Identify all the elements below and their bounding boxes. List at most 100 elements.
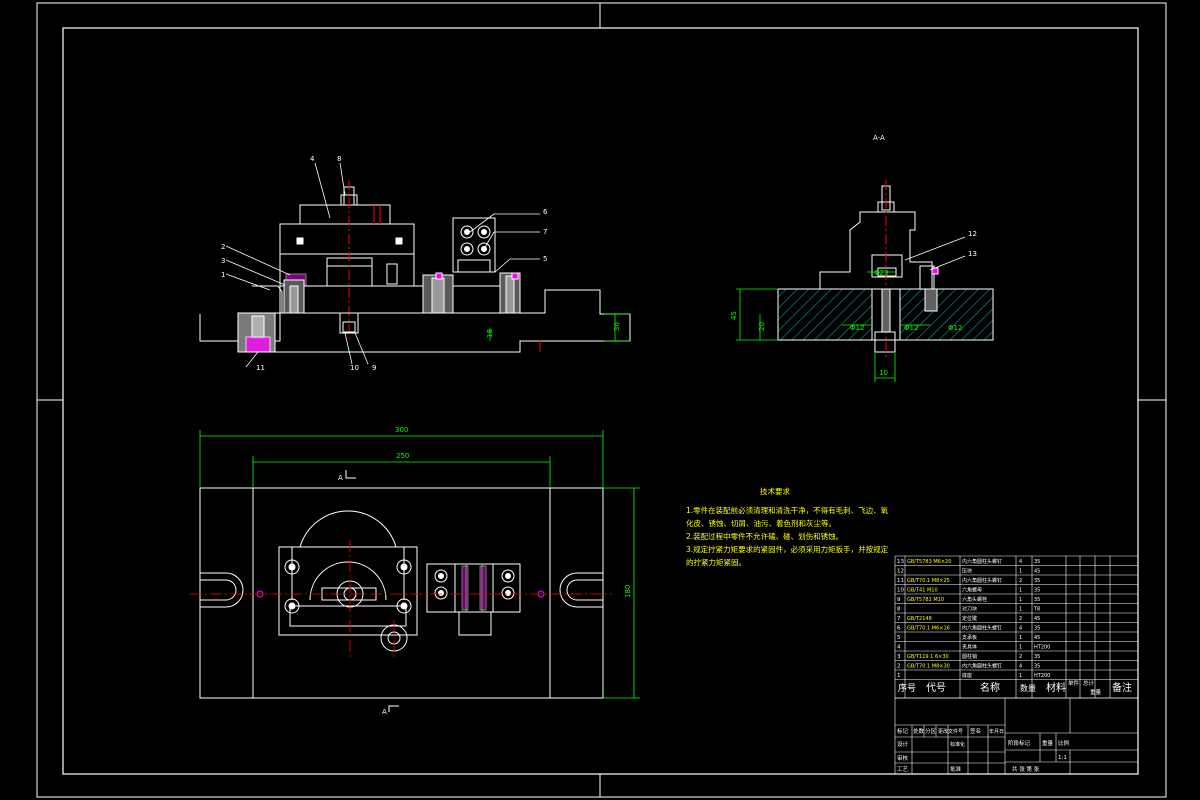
drawing-frame: [36, 2, 1167, 798]
top-view-dimensions: [199, 430, 640, 699]
balloon-2: 2: [221, 243, 225, 251]
parts-list-cell: 1: [1019, 645, 1022, 651]
balloon-1: 1: [221, 271, 225, 279]
parts-list-cell: 8: [897, 607, 901, 613]
balloon-8: 8: [337, 155, 341, 163]
balloon-13: 13: [968, 250, 977, 258]
balloon-5: 5: [543, 255, 547, 263]
parts-list-row: 10 GB/T41 M10 六角螺母 1 35: [897, 587, 1040, 594]
parts-list-cell: 35: [1034, 588, 1040, 594]
dim-plate-width: 180: [624, 585, 632, 598]
bolt-head-11: [245, 336, 271, 353]
parts-list-cell: 内六角圆柱头螺钉: [962, 558, 1002, 565]
parts-list-cell: 定位键: [962, 615, 977, 622]
tb-change-no: 更改文件号: [938, 728, 963, 735]
header-remark: 备注: [1112, 681, 1132, 694]
parts-list-cell: 10: [897, 588, 904, 594]
header-material: 材料: [1046, 681, 1066, 694]
parts-list-row: 2 GB/T70.1 M8×30 内六角圆柱头螺钉 4 35: [897, 663, 1040, 670]
tb-design: 设计: [897, 740, 909, 748]
dim-section-plate: 20: [758, 322, 766, 331]
parts-list-cell: 1: [897, 673, 901, 679]
dim-section-dia-3: Φ23: [874, 269, 888, 277]
parts-list-cell: 压块: [962, 568, 972, 575]
parts-list-cell: GB/T70.1 M8×25: [907, 578, 950, 584]
tb-zone: 分区: [925, 727, 937, 735]
parts-list-row: 13 GB/T5783 M6×20 内六角圆柱头螺钉 4 35: [897, 558, 1040, 565]
tb-standard: 标准化: [950, 741, 965, 748]
tech-note-line: 3.规定拧紧力矩要求的紧固件，必须采用力矩扳手，并按规定: [686, 544, 889, 554]
parts-list-cell: 45: [1034, 616, 1040, 622]
parts-list-cell: 13: [897, 559, 904, 565]
parts-list-row: 8 对刀块 1 T8: [897, 606, 1040, 613]
section-leaders: [904, 236, 966, 271]
balloon-6: 6: [543, 208, 548, 216]
parts-list-cell: 4: [897, 645, 901, 651]
dim-front-small: 18: [486, 329, 494, 338]
tech-note-line: 的拧紧力矩紧固。: [686, 557, 746, 567]
parts-list-cell: 内六角圆柱头螺钉: [962, 663, 1002, 670]
balloon-10: 10: [350, 364, 359, 372]
balloon-4: 4: [310, 155, 315, 163]
parts-list-cell: GB/T2148: [907, 616, 932, 622]
parts-list-cell: 12: [897, 569, 904, 575]
parts-list-header: 序号 代号 名称 数量 材料 单件 总计 重量 备注: [898, 679, 1132, 696]
parts-list-row: 5 支承板 1 45: [897, 634, 1040, 641]
parts-list-row: 7 GB/T2148 定位键 2 45: [897, 615, 1040, 622]
parts-list-cell: GB/T5783 M6×20: [907, 559, 951, 565]
parts-list-cell: 3: [897, 654, 901, 660]
section-mark-top: A: [338, 474, 343, 482]
dim-section-bottom: 10: [879, 369, 888, 377]
parts-list-cell: 六角头螺栓: [962, 596, 987, 603]
tb-stage: 阶段标记: [1008, 739, 1031, 747]
parts-list-cell: 1: [1019, 588, 1022, 594]
technical-notes: 技术要求 1.零件在装配前必须清理和清洗干净，不得有毛刺、飞边、氧 化皮、锈蚀、…: [686, 486, 889, 567]
parts-list-cell: 1: [1019, 569, 1022, 575]
balloon-9: 9: [372, 364, 376, 372]
section-cut-marks: [345, 470, 399, 712]
parts-list-cell: 4: [1019, 559, 1022, 565]
tb-review: 审核: [897, 754, 909, 762]
parts-list-cell: 2: [1019, 578, 1022, 584]
header-qty: 数量: [1020, 683, 1036, 693]
parts-list-cell: 1: [1019, 635, 1022, 641]
parts-list-cell: 35: [1034, 597, 1040, 603]
header-code: 代号: [926, 682, 946, 694]
parts-list-cell: 35: [1034, 626, 1040, 632]
parts-list-cell: 2: [1019, 654, 1022, 660]
parts-list-cell: 对刀块: [962, 606, 977, 613]
tb-sheets: 共 张 第 张: [1012, 765, 1040, 773]
parts-list-row: 1 底座 1 HT200: [897, 672, 1050, 679]
parts-list-cell: HT200: [1034, 645, 1050, 651]
parts-list-cell: GB/T41 M10: [907, 588, 938, 594]
parts-list-cell: 4: [1019, 626, 1022, 632]
header-single: 单件: [1068, 679, 1080, 687]
parts-list-cell: 内六角圆柱头螺钉: [962, 577, 1002, 584]
parts-list-cell: 4: [1019, 664, 1022, 670]
tech-notes-title: 技术要求: [760, 486, 790, 496]
parts-list-cell: 底座: [962, 672, 972, 679]
header-name: 名称: [980, 681, 1000, 694]
parts-list-cell: 支承板: [962, 634, 977, 641]
parts-list-cell: GB/T119.1 6×30: [907, 654, 949, 660]
parts-list-cell: T8: [1033, 607, 1040, 613]
parts-list-cell: 内六角圆柱头螺钉: [962, 625, 1002, 632]
tb-process: 工艺: [897, 766, 909, 773]
tb-date: 年月日: [989, 728, 1004, 735]
title-block: [894, 697, 1139, 775]
front-view-dimensions: [489, 313, 630, 342]
balloon-3: 3: [221, 257, 225, 265]
tb-scale-value: 1:1: [1058, 755, 1067, 761]
section-title: A-A: [873, 134, 885, 142]
balloon-7: 7: [543, 228, 547, 236]
tb-scale: 比例: [1058, 739, 1070, 747]
parts-list-cell: 1: [1019, 673, 1022, 679]
parts-list-cell: GB/T5782 M10: [907, 597, 944, 603]
dim-section-dia-4: Φ12: [948, 324, 962, 332]
header-weight: 重量: [1090, 688, 1102, 696]
parts-list-cell: 六角螺母: [962, 587, 982, 594]
dim-front-height: 30: [613, 322, 621, 331]
parts-list-row: 9 GB/T5782 M10 六角头螺栓 1 35: [897, 596, 1040, 603]
dim-section-dia-1: Φ12: [850, 324, 864, 332]
engineering-drawing: 4 8 2 3 1 11 6 7 5 10 9 30 18 A-A 12 13 …: [36, 2, 1167, 798]
